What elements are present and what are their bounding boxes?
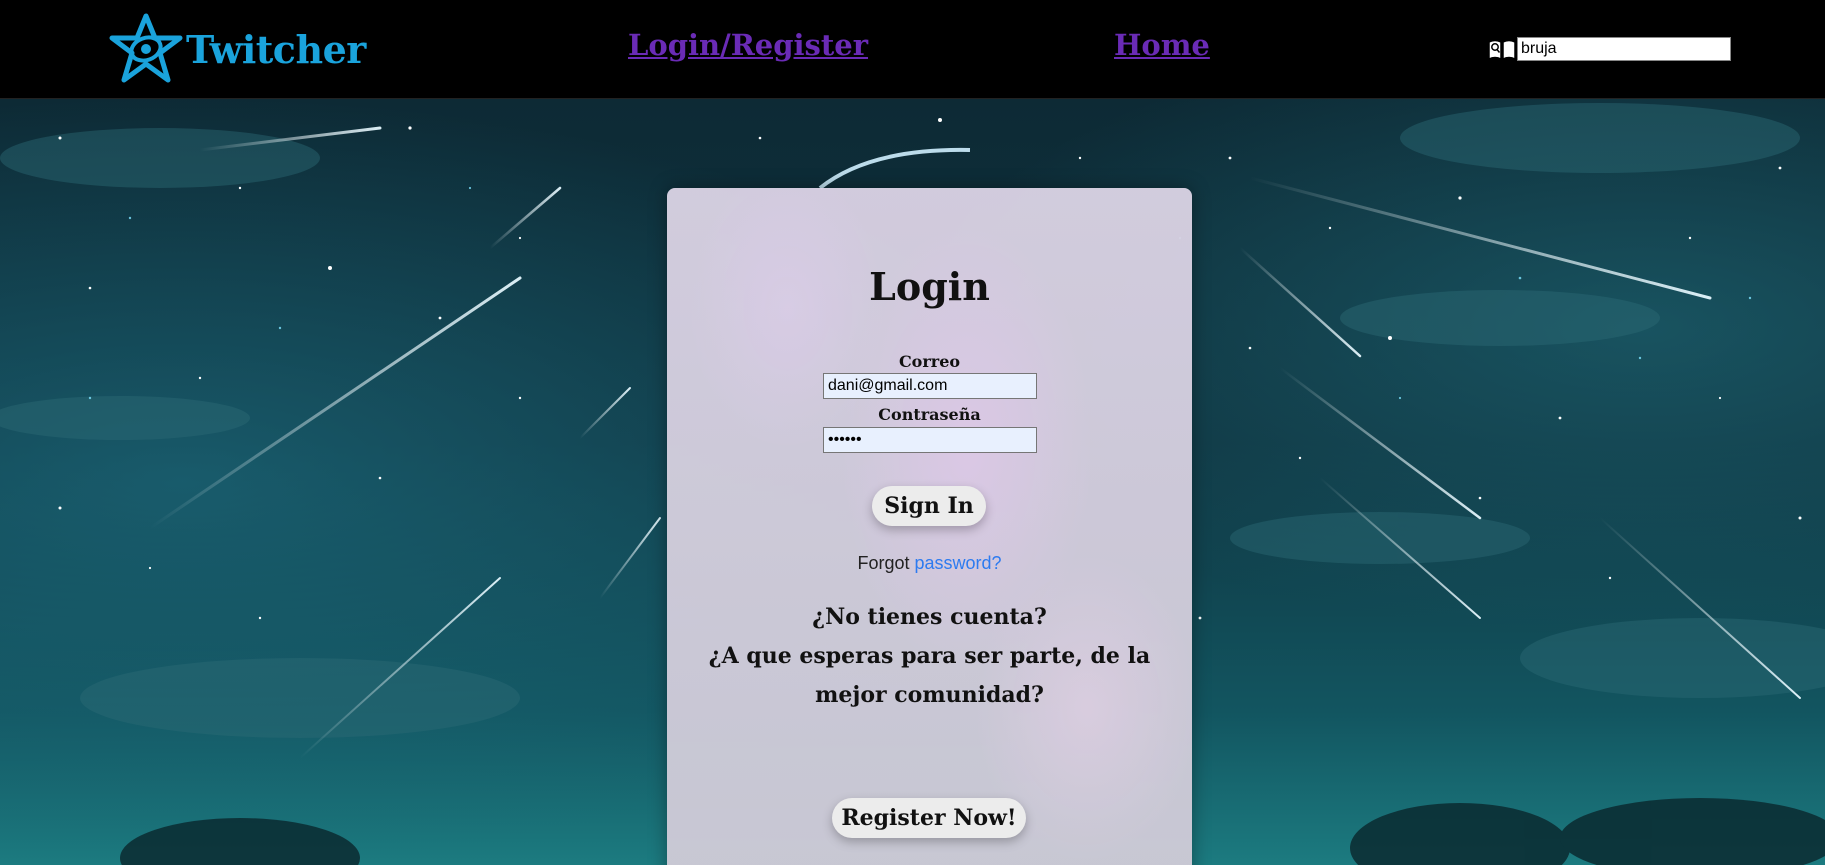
promo-line-2: ¿A que esperas para ser parte, de la mej… (708, 643, 1151, 708)
register-now-button[interactable]: Register Now! (832, 798, 1026, 838)
password-field[interactable] (823, 427, 1037, 453)
forgot-password-text: Forgot password? (667, 553, 1192, 574)
brand[interactable]: Twitcher (108, 12, 366, 86)
login-card: Login Correo Contraseña Sign In Forgot p… (667, 188, 1192, 865)
forgot-password-link[interactable]: password? (915, 553, 1002, 573)
email-field[interactable] (823, 373, 1037, 399)
sign-in-button[interactable]: Sign In (872, 486, 986, 526)
book-search-icon[interactable] (1487, 36, 1517, 62)
forgot-prefix: Forgot (857, 553, 910, 573)
register-promo: ¿No tienes cuenta? ¿A que esperas para s… (697, 598, 1162, 715)
nav-login-register-link[interactable]: Login/Register (628, 28, 868, 62)
promo-line-1: ¿No tienes cuenta? (812, 604, 1047, 630)
password-label: Contraseña (878, 405, 981, 424)
star-logo-icon (109, 13, 183, 83)
search-bar (1487, 36, 1731, 62)
login-title: Login (869, 264, 990, 309)
search-input[interactable] (1517, 37, 1731, 61)
top-navbar: Twitcher Login/Register Home (0, 0, 1825, 99)
nav-home-link[interactable]: Home (1114, 28, 1210, 62)
email-label: Correo (898, 352, 961, 371)
brand-name: Twitcher (186, 26, 366, 72)
